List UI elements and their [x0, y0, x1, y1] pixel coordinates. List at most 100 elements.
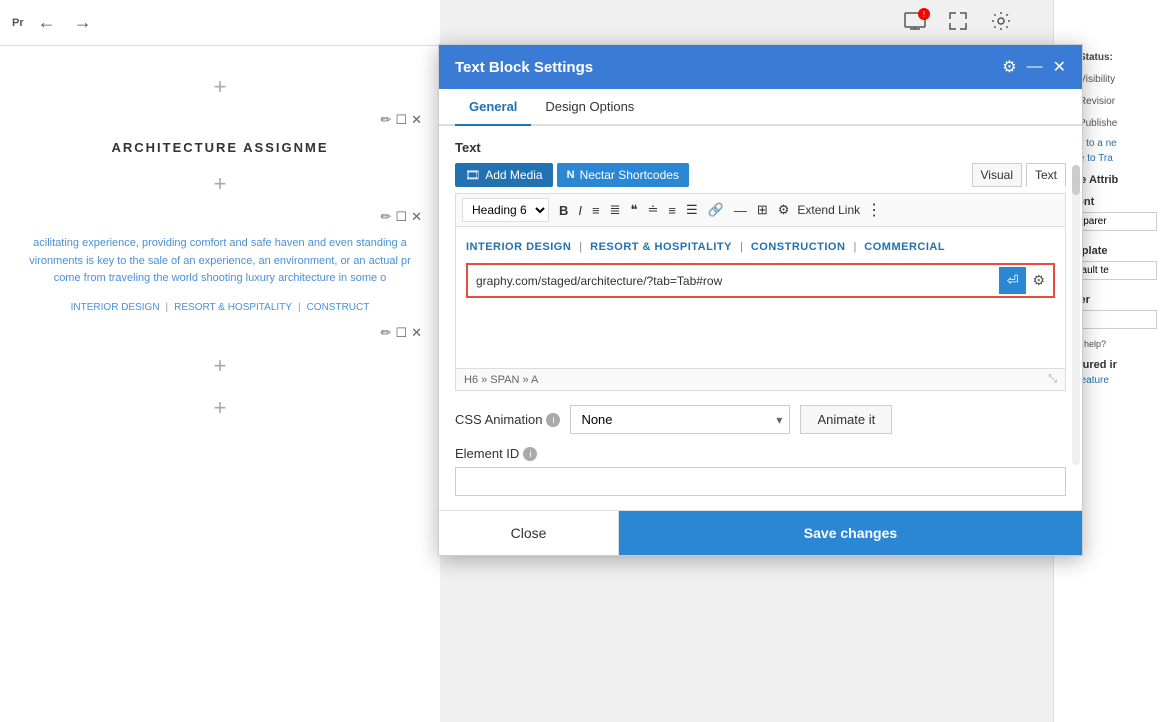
align-center-btn[interactable]: ≡	[664, 201, 680, 220]
modal-scrollbar-track	[1072, 165, 1080, 465]
edit-icon[interactable]: ✏	[381, 112, 392, 128]
modal-title: Text Block Settings	[455, 59, 593, 76]
share-btn[interactable]: ⋮	[862, 198, 886, 222]
text-tab-btn[interactable]: Text	[1026, 163, 1066, 187]
preview-icon-btn[interactable]: !	[900, 8, 930, 39]
align-left-btn[interactable]: ≐	[644, 200, 663, 220]
add-row-bottom[interactable]: +	[10, 345, 430, 387]
editor-nav-commercial[interactable]: COMMERCIAL	[864, 241, 945, 253]
undo-button[interactable]: ←	[34, 8, 60, 37]
add-media-btn[interactable]: 🎞 Add Media	[455, 163, 553, 187]
modal-scrollbar-thumb[interactable]	[1072, 165, 1080, 195]
editor-nav-construction[interactable]: CONSTRUCTION	[751, 241, 846, 253]
element-id-section: Element ID i	[455, 446, 1066, 496]
add-row-top[interactable]: +	[10, 66, 430, 108]
editor-nav-resort[interactable]: RESORT & HOSPITALITY	[590, 241, 732, 253]
status-label: Status:	[1079, 52, 1113, 63]
page-content: + ✏ ☐ ✕ ARCHITECTURE ASSIGNME + ✏ ☐ ✕ ac…	[0, 46, 440, 449]
delete-icon-3[interactable]: ✕	[411, 325, 422, 341]
nav-link-interior[interactable]: INTERIOR DESIGN	[71, 302, 160, 313]
templates-label: Pr	[12, 17, 24, 29]
modal-settings-btn[interactable]: ⚙	[1002, 57, 1016, 77]
modal-close-btn[interactable]: ✕	[1053, 57, 1066, 77]
add-row-bottom2[interactable]: +	[10, 387, 430, 429]
editor-content[interactable]: INTERIOR DESIGN | RESORT & HOSPITALITY |…	[455, 227, 1066, 369]
heading-select[interactable]: Heading 6	[462, 198, 549, 222]
text-section-label: Text	[455, 140, 1066, 155]
ol-btn[interactable]: ≣	[606, 200, 625, 220]
preview-badge: !	[918, 8, 930, 20]
url-input-row: ⏎ ⚙	[466, 263, 1055, 298]
modal-header-icons: ⚙ — ✕	[1002, 57, 1066, 77]
animation-select[interactable]: None Fade In Slide In Bounce	[570, 405, 790, 434]
nav-link-resort[interactable]: RESORT & HOSPITALITY	[174, 302, 292, 313]
expand-icon-btn[interactable]	[944, 7, 972, 40]
element-id-tooltip[interactable]: i	[523, 447, 537, 461]
css-animation-section: CSS Animation i None Fade In Slide In Bo…	[455, 405, 1066, 434]
copy-icon[interactable]: ☐	[395, 112, 407, 128]
background-page: Pr ← → + ✏ ☐ ✕ ARCHITECTURE ASSIGNME + ✏…	[0, 0, 440, 722]
redo-button[interactable]: →	[70, 8, 96, 37]
table-btn[interactable]: ⊞	[753, 200, 772, 220]
url-gear-btn[interactable]: ⚙	[1026, 268, 1051, 293]
modal-body: Text 🎞 Add Media N Nectar Shortcodes Vis…	[439, 126, 1082, 510]
element-id-label: Element ID i	[455, 446, 1066, 461]
link-btn[interactable]: 🔗	[704, 200, 728, 220]
fmt-settings-btn[interactable]: ⚙	[774, 200, 794, 220]
italic-btn[interactable]: I	[574, 201, 586, 220]
bold-btn[interactable]: B	[555, 201, 572, 220]
body-text: acilitating experience, providing comfor…	[10, 229, 430, 294]
nav-links: INTERIOR DESIGN | RESORT & HOSPITALITY |…	[10, 294, 430, 321]
top-toolbar: Pr ← →	[0, 0, 440, 46]
modal-footer: Close Save changes	[439, 510, 1082, 555]
blockquote-btn[interactable]: ❝	[627, 200, 642, 220]
close-btn[interactable]: Close	[439, 511, 619, 555]
url-input[interactable]	[470, 270, 999, 292]
nav-link-construct[interactable]: CONSTRUCT	[307, 302, 370, 313]
editor-resize-handle[interactable]: ⤡	[1048, 373, 1057, 386]
architecture-heading: ARCHITECTURE ASSIGNME	[10, 132, 430, 163]
css-animation-label: CSS Animation i	[455, 412, 560, 427]
visual-tab-btn[interactable]: Visual	[972, 163, 1022, 187]
text-toolbar: 🎞 Add Media N Nectar Shortcodes Visual T…	[455, 163, 1066, 187]
extend-link-label: Extend Link	[797, 203, 860, 217]
ul-btn[interactable]: ≡	[588, 201, 604, 220]
edit-icon-3[interactable]: ✏	[381, 325, 392, 341]
text-block-settings-modal: Text Block Settings ⚙ — ✕ General Design…	[438, 44, 1083, 556]
add-media-icon: 🎞	[465, 168, 480, 182]
settings-icon-btn[interactable]	[986, 6, 1016, 41]
row-controls-2: ✏ ☐ ✕	[10, 205, 430, 229]
css-animation-tooltip[interactable]: i	[546, 413, 560, 427]
align-right-btn[interactable]: ☰	[682, 200, 702, 220]
edit-icon-2[interactable]: ✏	[381, 209, 392, 225]
add-row-mid[interactable]: +	[10, 163, 430, 205]
nectar-icon: N	[567, 169, 575, 181]
save-changes-btn[interactable]: Save changes	[619, 511, 1082, 555]
modal-minimize-btn[interactable]: —	[1027, 58, 1043, 76]
editor-empty-space	[466, 298, 1055, 358]
row-controls-1: ✏ ☐ ✕	[10, 108, 430, 132]
tab-design-options[interactable]: Design Options	[531, 89, 648, 126]
modal-tabs: General Design Options	[439, 89, 1082, 126]
css-animation-row: CSS Animation i None Fade In Slide In Bo…	[455, 405, 1066, 434]
animate-it-btn[interactable]: Animate it	[800, 405, 892, 434]
copy-icon-2[interactable]: ☐	[395, 209, 407, 225]
modal-header: Text Block Settings ⚙ — ✕	[439, 45, 1082, 89]
element-id-input[interactable]	[455, 467, 1066, 496]
delete-icon[interactable]: ✕	[411, 112, 422, 128]
top-icons-bar: !	[900, 6, 1016, 41]
more-btn[interactable]: —	[730, 201, 751, 220]
editor-nav-interior[interactable]: INTERIOR DESIGN	[466, 241, 571, 253]
visual-text-tabs: Visual Text	[972, 163, 1066, 187]
editor-status-bar: H6 » SPAN » A ⤡	[455, 369, 1066, 391]
animation-select-wrap: None Fade In Slide In Bounce ▾	[570, 405, 790, 434]
copy-icon-3[interactable]: ☐	[395, 325, 407, 341]
delete-icon-2[interactable]: ✕	[411, 209, 422, 225]
status-bar-text: H6 » SPAN » A	[464, 374, 538, 386]
bottom-row-controls: ✏ ☐ ✕	[10, 321, 430, 345]
url-submit-btn[interactable]: ⏎	[999, 267, 1027, 294]
tab-general[interactable]: General	[455, 89, 531, 126]
format-toolbar: Heading 6 B I ≡ ≣ ❝ ≐ ≡ ☰ 🔗 — ⊞ ⚙ Extend…	[455, 193, 1066, 227]
editor-nav: INTERIOR DESIGN | RESORT & HOSPITALITY |…	[466, 237, 1055, 257]
nectar-shortcodes-btn[interactable]: N Nectar Shortcodes	[557, 163, 689, 187]
